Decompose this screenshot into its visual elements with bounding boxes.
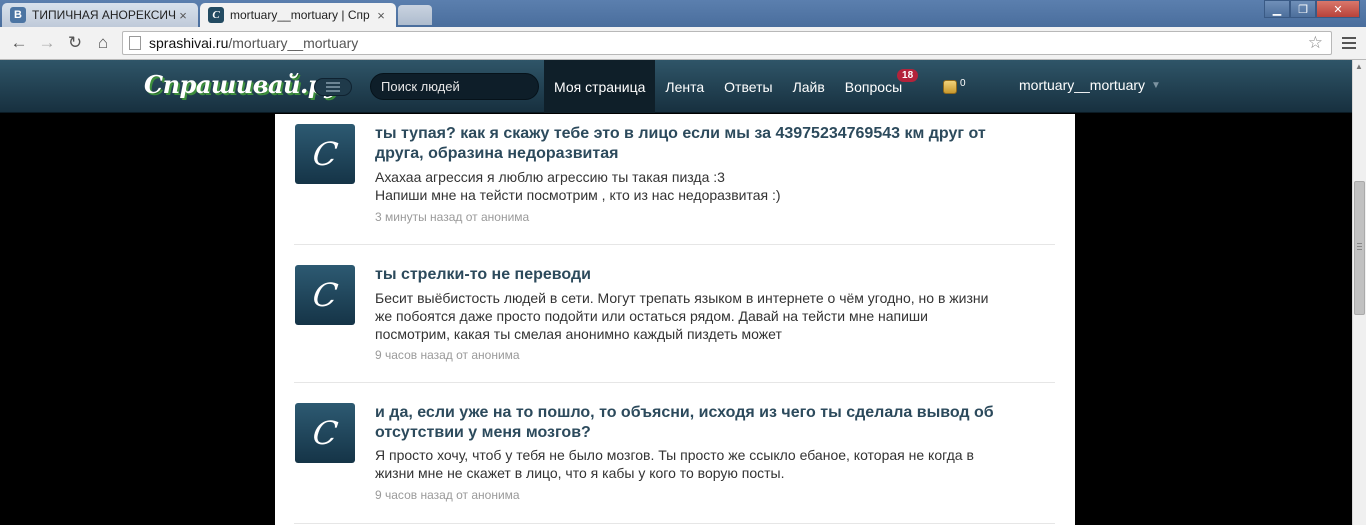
back-icon[interactable]: ← xyxy=(8,32,30,54)
questions-count-badge: 18 xyxy=(897,69,919,82)
answer-text: Я просто хочу, чтоб у тебя не было мозго… xyxy=(375,447,974,481)
close-icon[interactable]: × xyxy=(374,8,388,23)
site-logo[interactable]: Спрашивай.ру xyxy=(144,70,338,99)
new-tab-button[interactable] xyxy=(398,5,432,25)
browser-tab-vk[interactable]: B ТИПИЧНАЯ АНОРЕКСИЧ × xyxy=(2,3,198,27)
question-text: ты стрелки-то не переводи xyxy=(375,266,591,283)
maximize-button[interactable]: ❐ xyxy=(1290,0,1316,18)
close-icon[interactable]: × xyxy=(176,8,190,23)
main-nav: Моя страница Лента Ответы Лайв Вопросы 1… xyxy=(544,60,919,113)
menu-toggle-icon[interactable] xyxy=(314,78,352,96)
browser-tab-sprashivai[interactable]: C mortuary__mortuary | Спр × xyxy=(200,3,396,27)
coins[interactable]: 0 xyxy=(943,78,966,94)
url-text: sprashivai.ru/mortuary__mortuary xyxy=(149,35,359,51)
questions-feed: C ты тупая? как я скажу тебе это в лицо … xyxy=(275,114,1075,525)
question-author: от анонима xyxy=(456,488,520,502)
question-text: и да, если уже на то пошло, то объясни, … xyxy=(375,404,994,441)
nav-live[interactable]: Лайв xyxy=(783,60,835,113)
question-meta: 9 часов назад от анонима xyxy=(375,488,520,502)
avatar[interactable]: C xyxy=(295,403,355,463)
tab-title: ТИПИЧНАЯ АНОРЕКСИЧ xyxy=(32,8,176,22)
list-item: C ты тупая? как я скажу тебе это в лицо … xyxy=(294,124,1055,244)
answer-text: Ахахаа агрессия я люблю агрессию ты така… xyxy=(375,169,781,203)
question-meta: 3 минуты назад от анонима xyxy=(375,210,529,224)
avatar[interactable]: C xyxy=(295,265,355,325)
page-icon xyxy=(129,36,141,50)
browser-toolbar: ← → ↻ ⌂ sprashivai.ru/mortuary__mortuary… xyxy=(0,27,1366,60)
user-menu[interactable]: mortuary__mortuary ▼ xyxy=(1019,77,1161,93)
avatar[interactable]: C xyxy=(295,124,355,184)
forward-icon[interactable]: → xyxy=(36,32,58,54)
nav-answers[interactable]: Ответы xyxy=(714,60,782,113)
site-header: Спрашивай.ру Моя страница Лента Ответы Л… xyxy=(0,60,1352,113)
reload-icon[interactable]: ↻ xyxy=(64,32,86,54)
answer-text: Бесит выёбистость людей в сети. Могут тр… xyxy=(375,290,989,342)
scrollbar-thumb[interactable] xyxy=(1354,181,1365,315)
list-item: C ты стрелки-то не переводи Бесит выёбис… xyxy=(294,265,1055,383)
browser-tabstrip: B ТИПИЧНАЯ АНОРЕКСИЧ × C mortuary__mortu… xyxy=(0,0,1366,27)
nav-questions-label: Вопросы xyxy=(844,78,903,95)
close-window-button[interactable]: ✕ xyxy=(1316,0,1360,18)
people-search-input[interactable] xyxy=(370,73,539,100)
divider xyxy=(294,244,1055,245)
question-author: от анонима xyxy=(456,348,520,362)
bookmark-star-icon[interactable]: ☆ xyxy=(1308,33,1323,53)
question-text: ты тупая? как я скажу тебе это в лицо ес… xyxy=(375,125,986,162)
minimize-button[interactable]: ▁ xyxy=(1264,0,1290,18)
divider xyxy=(294,523,1055,524)
vk-icon: B xyxy=(10,7,26,23)
nav-feed[interactable]: Лента xyxy=(655,60,714,113)
question-meta: 9 часов назад от анонима xyxy=(375,348,520,362)
question-time[interactable]: 9 часов назад xyxy=(375,488,453,502)
home-icon[interactable]: ⌂ xyxy=(92,32,114,54)
page-scrollbar[interactable]: ▲ xyxy=(1352,60,1366,525)
question-author: от анонима xyxy=(465,210,530,224)
tab-title: mortuary__mortuary | Спр xyxy=(230,8,370,22)
chevron-down-icon: ▼ xyxy=(1151,79,1161,91)
browser-menu-icon[interactable] xyxy=(1338,32,1360,54)
coins-count: 0 xyxy=(960,78,966,89)
question-time[interactable]: 9 часов назад xyxy=(375,348,453,362)
sprashivai-icon: C xyxy=(208,7,224,23)
divider xyxy=(294,382,1055,383)
window-controls: ▁ ❐ ✕ xyxy=(1264,0,1360,18)
coins-icon xyxy=(943,80,957,94)
username: mortuary__mortuary xyxy=(1019,77,1146,93)
address-bar[interactable]: sprashivai.ru/mortuary__mortuary ☆ xyxy=(122,31,1332,55)
question-time[interactable]: 3 минуты назад xyxy=(375,210,462,224)
list-item: C и да, если уже на то пошло, то объясни… xyxy=(294,403,1055,525)
nav-questions[interactable]: Вопросы 18 xyxy=(835,60,919,113)
nav-my-page[interactable]: Моя страница xyxy=(544,60,656,113)
scroll-up-icon[interactable]: ▲ xyxy=(1355,62,1363,71)
